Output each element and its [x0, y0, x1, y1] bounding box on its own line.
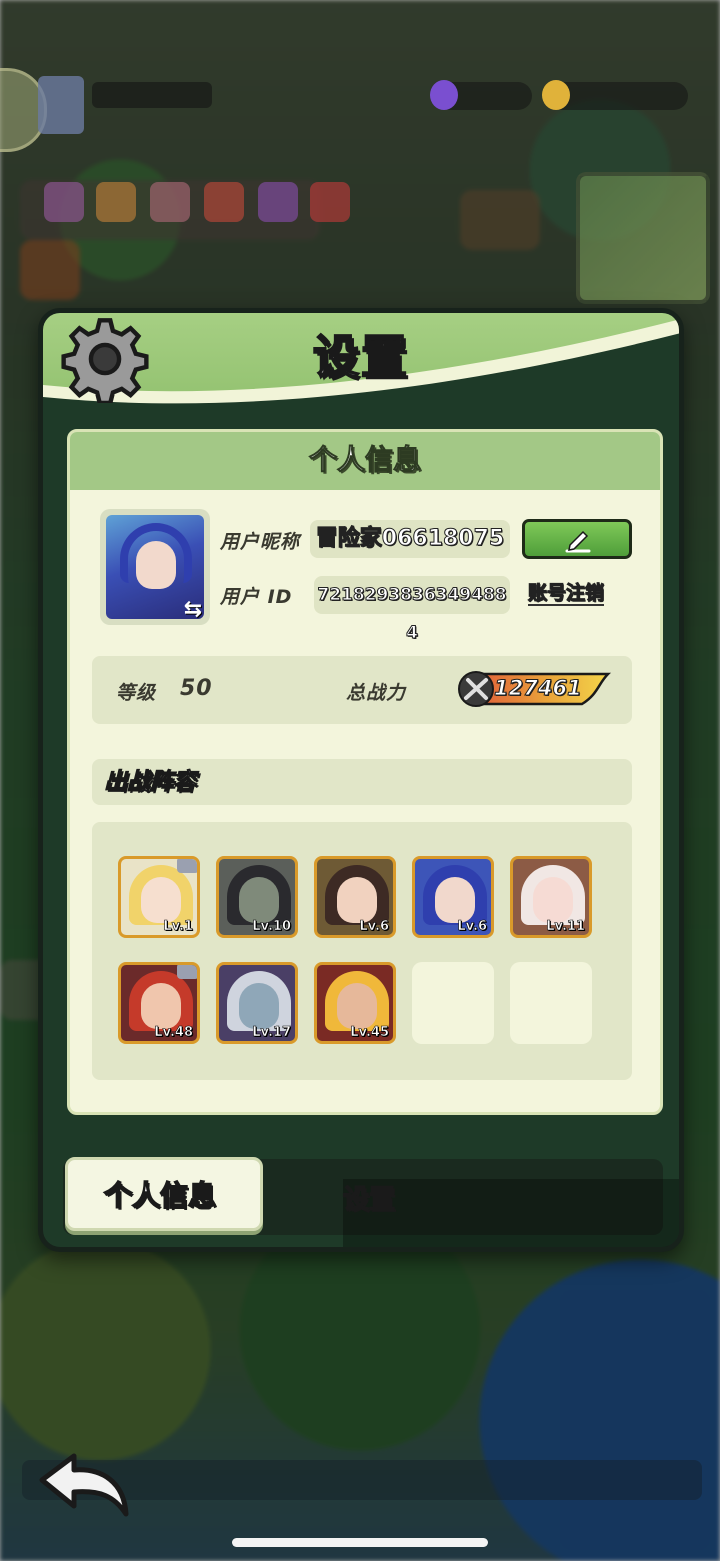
- hero-slot[interactable]: Lv.6: [412, 856, 494, 938]
- hero-slot[interactable]: Lv.6: [314, 856, 396, 938]
- hud-event-icon[interactable]: [150, 182, 190, 222]
- hero-portrait-face: [141, 877, 181, 923]
- hero-level: Lv.6: [359, 919, 389, 935]
- hero-rank-badge-icon: [177, 965, 197, 979]
- hero-portrait-face: [533, 877, 573, 923]
- hud-portrait: [38, 76, 84, 134]
- lineup-title: 出战阵容: [104, 769, 197, 796]
- hero-portrait-face: [239, 983, 279, 1029]
- gem-icon: [430, 80, 458, 110]
- profile-avatar[interactable]: ⇆: [100, 509, 210, 625]
- settings-panel: 设置 个人信息 ⇆ 用户昵称 冒险家06618075 用户 ID 7218293…: [38, 308, 684, 1252]
- hero-portrait-face: [337, 877, 377, 923]
- hud-name-bar: [92, 82, 212, 108]
- power-badge: 127461: [458, 670, 612, 708]
- hud-event-icon[interactable]: [310, 182, 350, 222]
- hero-slot[interactable]: Lv.11: [510, 856, 592, 938]
- gem-counter[interactable]: [430, 80, 532, 110]
- hero-level: Lv.11: [546, 919, 585, 935]
- home-indicator: [232, 1538, 488, 1547]
- tab-personal-info-label: 个人信息: [103, 1178, 217, 1213]
- power-value: 127461: [494, 676, 583, 701]
- hero-slot[interactable]: Lv.48: [118, 962, 200, 1044]
- hud-event-icon[interactable]: [204, 182, 244, 222]
- hud-event-icon[interactable]: [258, 182, 298, 222]
- nickname-label: 用户昵称: [220, 531, 301, 553]
- swap-avatar-icon[interactable]: ⇆: [180, 599, 206, 621]
- stats-bar: 等级 50 总战力 127461: [92, 656, 632, 724]
- pencil-icon: [565, 530, 591, 553]
- hero-slot[interactable]: Lv.45: [314, 962, 396, 1044]
- hero-portrait-face: [141, 983, 181, 1029]
- user-id-label: 用户 ID: [220, 586, 293, 608]
- tab-personal-info[interactable]: 个人信息: [65, 1157, 263, 1231]
- coin-icon: [542, 80, 570, 110]
- hero-slot[interactable]: Lv.10: [216, 856, 298, 938]
- hero-level: Lv.10: [252, 919, 291, 935]
- user-id-value: 7218293836349488​4: [314, 576, 510, 644]
- hero-level: Lv.1: [163, 919, 193, 935]
- profile-card: 个人信息 ⇆ 用户昵称 冒险家06618075 用户 ID 7218293836…: [67, 429, 663, 1115]
- cancel-account-link[interactable]: 账号注销: [527, 582, 605, 606]
- gold-counter[interactable]: [542, 80, 688, 110]
- hero-level: Lv.17: [252, 1025, 291, 1041]
- hud-event-icon[interactable]: [96, 182, 136, 222]
- empty-hero-slot[interactable]: [412, 962, 494, 1044]
- panel-title: 设置: [312, 329, 409, 385]
- edit-nickname-button[interactable]: [522, 519, 632, 559]
- hero-level: Lv.45: [350, 1025, 389, 1041]
- tab-settings[interactable]: 设置: [342, 1179, 679, 1247]
- hud-event-icon[interactable]: [44, 182, 84, 222]
- lineup-grid: Lv.1 Lv.10 Lv.6 Lv.6 Lv.11 Lv.48 Lv.17 Lv.45: [92, 822, 632, 1080]
- hero-rank-badge-icon: [177, 859, 197, 873]
- hero-portrait-face: [239, 877, 279, 923]
- lineup-header: 出战阵容: [92, 759, 632, 805]
- hero-level: Lv.6: [457, 919, 487, 935]
- back-arrow-icon[interactable]: [38, 1452, 130, 1522]
- minimap[interactable]: [576, 172, 710, 304]
- hero-portrait-face: [435, 877, 475, 923]
- nickname-value: 冒险家06618075: [310, 520, 510, 558]
- hero-slot[interactable]: Lv.1: [118, 856, 200, 938]
- section-title: 个人信息: [70, 432, 660, 490]
- hero-portrait-face: [337, 983, 377, 1029]
- power-label: 总战力: [346, 682, 407, 704]
- hero-slot[interactable]: Lv.17: [216, 962, 298, 1044]
- empty-hero-slot[interactable]: [510, 962, 592, 1044]
- level-value: 50: [180, 676, 213, 701]
- level-label: 等级: [116, 682, 157, 704]
- hero-level: Lv.48: [154, 1025, 193, 1041]
